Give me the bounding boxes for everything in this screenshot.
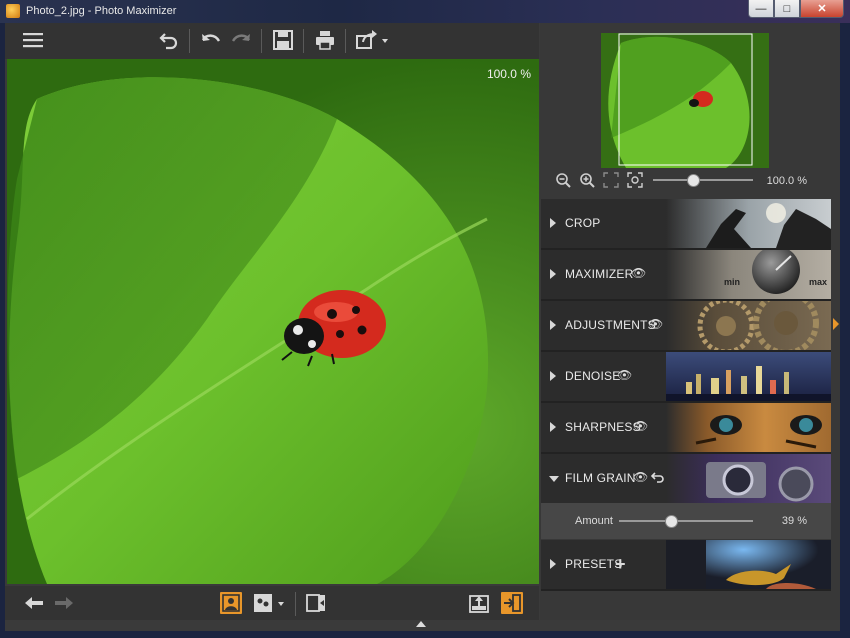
- previous-photo-icon[interactable]: [23, 592, 45, 614]
- amount-slider-track[interactable]: [619, 520, 753, 522]
- film-grain-banner-image: [666, 454, 831, 503]
- section-film-grain[interactable]: FILM GRAIN 👁: [541, 454, 831, 505]
- main-toolbar: [5, 23, 539, 59]
- section-label: CROP: [565, 216, 601, 230]
- export-icon[interactable]: [468, 592, 490, 614]
- section-crop[interactable]: CROP: [541, 199, 831, 250]
- zoom-slider-thumb[interactable]: [687, 174, 700, 187]
- single-view-icon[interactable]: [220, 592, 242, 614]
- section-presets[interactable]: PRESETS +: [541, 540, 831, 591]
- zoom-in-icon[interactable]: [579, 172, 595, 191]
- minimize-button[interactable]: —: [748, 0, 774, 18]
- visibility-eye-icon[interactable]: 👁: [633, 419, 648, 433]
- maximizer-max-label: max: [809, 277, 828, 287]
- expand-arrow-icon[interactable]: [416, 621, 426, 627]
- ladybug-photo: [7, 59, 539, 584]
- canvas-zoom-label: 100.0 %: [486, 67, 531, 81]
- presets-banner-image: [666, 540, 831, 589]
- maximizer-min-label: min: [724, 277, 741, 287]
- sharpness-banner-image: [666, 403, 831, 452]
- section-label: DENOISE: [565, 369, 621, 383]
- visibility-eye-icon[interactable]: 👁: [631, 266, 646, 280]
- zoom-out-icon[interactable]: [555, 172, 571, 191]
- zoom-percent-label: 100.0 %: [766, 175, 807, 187]
- visibility-eye-icon[interactable]: 👁: [648, 317, 663, 331]
- fit-screen-icon[interactable]: [603, 172, 619, 191]
- expand-arrow-icon: [550, 218, 556, 228]
- undo-icon[interactable]: [199, 29, 223, 53]
- section-sharpness[interactable]: SHARPNESS 👁: [541, 403, 831, 454]
- print-icon[interactable]: [313, 29, 337, 53]
- expand-arrow-icon: [550, 559, 556, 569]
- film-grain-amount-row: Amount 39 %: [541, 503, 831, 539]
- section-label: PRESETS: [565, 557, 623, 571]
- maximize-button[interactable]: □: [774, 0, 800, 18]
- bottom-toolbar: [5, 586, 539, 620]
- crop-banner-image: [666, 199, 831, 248]
- actual-size-icon[interactable]: [627, 172, 643, 191]
- navigator-thumbnail[interactable]: [601, 33, 769, 168]
- split-view-icon[interactable]: [305, 592, 327, 614]
- window-title: Photo_2.jpg - Photo Maximizer: [26, 5, 177, 17]
- section-label: SHARPNESS: [565, 420, 641, 434]
- save-icon[interactable]: [271, 29, 295, 53]
- zoom-slider-track[interactable]: [653, 179, 753, 181]
- expand-arrow-icon: [550, 320, 556, 330]
- amount-value: 39 %: [781, 515, 807, 527]
- maximizer-banner-image: [666, 250, 831, 299]
- redo-icon[interactable]: [229, 29, 253, 53]
- collapse-arrow-icon: [549, 476, 559, 482]
- panel-side-arrow-icon[interactable]: [833, 318, 839, 330]
- app-icon: [6, 4, 20, 18]
- navigator-zoom-row: 100.0 %: [541, 168, 831, 196]
- expand-arrow-icon: [550, 371, 556, 381]
- adjustments-banner-image: [666, 301, 831, 350]
- section-maximizer[interactable]: min max MAXIMIZER 👁: [541, 250, 831, 301]
- close-button[interactable]: ✕: [800, 0, 844, 18]
- toggle-panel-icon[interactable]: [501, 592, 523, 614]
- visibility-eye-icon[interactable]: 👁: [617, 368, 632, 382]
- amount-label: Amount: [575, 515, 613, 527]
- expand-arrow-icon: [550, 422, 556, 432]
- section-label: MAXIMIZER: [565, 267, 634, 281]
- section-label: ADJUSTMENTS: [565, 318, 656, 332]
- section-label: FILM GRAIN: [565, 471, 636, 485]
- photo-canvas[interactable]: 100.0 %: [7, 59, 539, 584]
- visibility-eye-icon[interactable]: 👁: [633, 470, 648, 484]
- menu-icon[interactable]: [21, 29, 45, 53]
- next-photo-icon[interactable]: [53, 592, 75, 614]
- section-adjustments[interactable]: ADJUSTMENTS 👁: [541, 301, 831, 352]
- expand-arrow-icon: [550, 269, 556, 279]
- share-icon[interactable]: [355, 29, 389, 53]
- compare-view-icon[interactable]: [252, 592, 286, 614]
- reset-icon[interactable]: [650, 470, 665, 487]
- undo-all-icon[interactable]: [157, 29, 181, 53]
- add-preset-icon[interactable]: +: [615, 554, 626, 575]
- window-titlebar: Photo_2.jpg - Photo Maximizer — □ ✕: [0, 0, 850, 23]
- amount-slider-thumb[interactable]: [665, 515, 679, 528]
- section-denoise[interactable]: DENOISE 👁: [541, 352, 831, 403]
- denoise-banner-image: [666, 352, 831, 401]
